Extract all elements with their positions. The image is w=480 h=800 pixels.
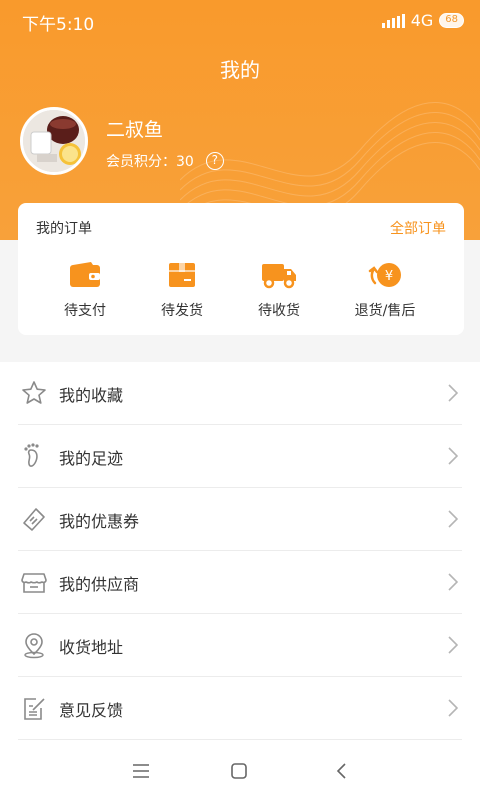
- points-label: 会员积分：30: [106, 154, 194, 170]
- menu-item-coupons[interactable]: 我的优惠券: [18, 488, 462, 551]
- chevron-right-icon: [448, 510, 458, 528]
- order-refund-aftersale[interactable]: ¥ 退货/售后: [335, 258, 435, 320]
- menu-item-label: 意见反馈: [59, 701, 124, 720]
- store-icon: [21, 573, 47, 593]
- orders-title: 我的订单: [36, 221, 92, 237]
- help-icon[interactable]: ?: [205, 152, 224, 170]
- order-card: 我的订单 全部订单 待支付 待发货 待收货 ¥ 退货/售后: [18, 203, 464, 335]
- svg-text:¥: ¥: [385, 269, 393, 284]
- menu-item-label: 我的足迹: [59, 449, 124, 468]
- menu-item-label: 我的供应商: [59, 575, 140, 594]
- chevron-right-icon: [448, 447, 458, 465]
- status-indicators: 4G 68: [381, 11, 464, 30]
- status-bar: 下午5:10 4G 68: [0, 0, 480, 40]
- order-item-label: 待支付: [64, 303, 106, 319]
- status-time: 下午5:10: [22, 15, 95, 35]
- box-icon: [162, 258, 202, 292]
- menu-item-label: 我的收藏: [59, 386, 124, 405]
- menu-item-label: 收货地址: [59, 638, 124, 657]
- signal-icon: [381, 13, 405, 28]
- all-orders-link[interactable]: 全部订单: [390, 218, 446, 238]
- system-nav-bar: [0, 742, 480, 800]
- avatar-image: [23, 110, 85, 172]
- coupon-icon: [23, 508, 45, 531]
- chevron-right-icon: [448, 573, 458, 591]
- menu-item-suppliers[interactable]: 我的供应商: [18, 551, 462, 614]
- star-icon: [22, 381, 46, 404]
- truck-icon: [259, 258, 299, 292]
- page-title: 我的: [220, 58, 260, 82]
- battery-icon: 68: [439, 13, 464, 28]
- location-icon: [24, 633, 44, 659]
- menu-icon[interactable]: [131, 762, 151, 780]
- menu-list: 我的收藏 我的足迹 我的优惠券 我的供应商 收货地址 意见反馈: [0, 362, 480, 740]
- order-item-label: 待收货: [258, 303, 300, 319]
- username: 二叔鱼: [106, 119, 164, 141]
- chevron-right-icon: [448, 384, 458, 402]
- order-pending-payment[interactable]: 待支付: [35, 258, 135, 320]
- wallet-icon: [65, 258, 105, 292]
- avatar[interactable]: [20, 107, 88, 175]
- network-type: 4G: [410, 11, 434, 30]
- menu-item-footprints[interactable]: 我的足迹: [18, 425, 462, 488]
- order-item-label: 退货/售后: [354, 303, 416, 319]
- chevron-right-icon: [448, 699, 458, 717]
- menu-item-label: 我的优惠券: [59, 512, 140, 531]
- member-points: 会员积分：30 ?: [106, 151, 224, 171]
- footprint-icon: [24, 443, 39, 467]
- menu-item-feedback[interactable]: 意见反馈: [18, 677, 462, 740]
- chevron-right-icon: [448, 636, 458, 654]
- order-pending-receipt[interactable]: 待收货: [229, 258, 329, 320]
- back-icon[interactable]: [332, 762, 352, 780]
- menu-item-favorites[interactable]: 我的收藏: [18, 362, 462, 425]
- home-icon[interactable]: [229, 762, 249, 780]
- refund-icon: ¥: [365, 258, 405, 292]
- feedback-icon: [24, 698, 45, 720]
- menu-item-address[interactable]: 收货地址: [18, 614, 462, 677]
- order-item-label: 待发货: [161, 303, 203, 319]
- order-pending-shipment[interactable]: 待发货: [132, 258, 232, 320]
